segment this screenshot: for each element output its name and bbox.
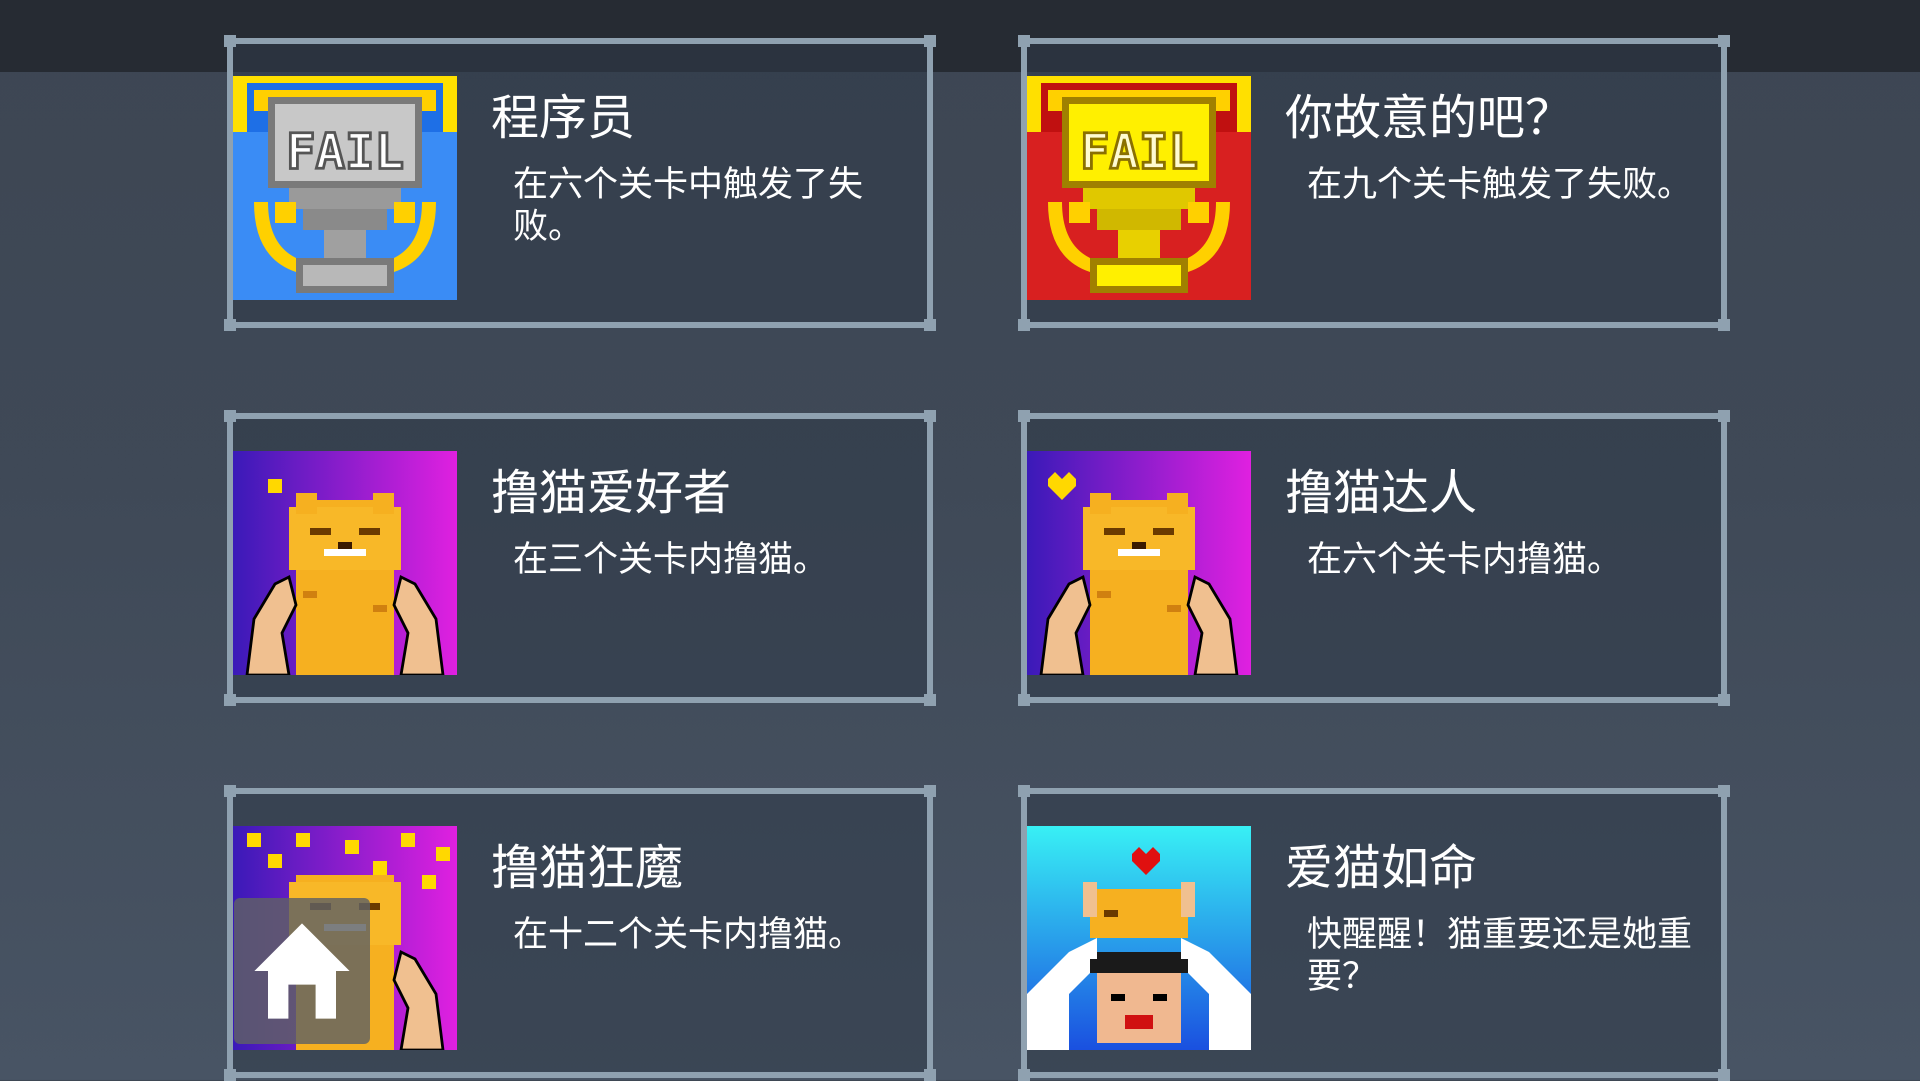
achievement-card: 爱猫如命 快醒醒！猫重要还是她重要？ bbox=[1018, 785, 1730, 1081]
trophy-text: FAIL bbox=[1080, 123, 1198, 180]
achievement-card: FAIL 程序员 在六个关卡中触发了失败。 bbox=[224, 35, 936, 331]
achievement-card: 撸猫达人 在六个关卡内撸猫。 bbox=[1018, 410, 1730, 706]
trophy-text: FAIL bbox=[286, 123, 404, 180]
petting-cat-icon bbox=[1027, 451, 1251, 675]
achievement-description: 在六个关卡中触发了失败。 bbox=[513, 165, 864, 247]
achievement-description: 在十二个关卡内撸猫。 bbox=[513, 915, 864, 955]
achievement-title: 撸猫爱好者 bbox=[491, 465, 732, 521]
achievement-title: 程序员 bbox=[491, 90, 636, 146]
silver-fail-trophy-icon: FAIL bbox=[233, 76, 457, 300]
cat-on-head-icon bbox=[1027, 826, 1251, 1050]
achievement-description: 在三个关卡内撸猫。 bbox=[513, 540, 829, 580]
achievement-title: 撸猫达人 bbox=[1285, 465, 1478, 521]
achievement-title: 撸猫狂魔 bbox=[491, 840, 684, 896]
home-button[interactable] bbox=[234, 898, 370, 1044]
achievement-description: 快醒醒！猫重要还是她重要？ bbox=[1307, 915, 1693, 997]
achievement-title: 你故意的吧？ bbox=[1285, 90, 1574, 146]
gold-fail-trophy-icon: FAIL bbox=[1027, 76, 1251, 300]
achievement-title: 爱猫如命 bbox=[1285, 840, 1478, 896]
achievement-description: 在九个关卡触发了失败。 bbox=[1307, 165, 1693, 205]
home-icon bbox=[254, 923, 350, 1019]
achievement-card: 撸猫爱好者 在三个关卡内撸猫。 bbox=[224, 410, 936, 706]
achievement-description: 在六个关卡内撸猫。 bbox=[1307, 540, 1623, 580]
petting-cat-icon bbox=[233, 451, 457, 675]
achievement-card: FAIL 你故意的吧？ 在九个关卡触发了失败。 bbox=[1018, 35, 1730, 331]
